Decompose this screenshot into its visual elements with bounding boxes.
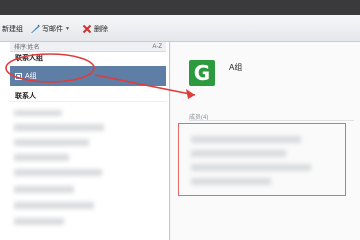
avatar-letter: G [193, 61, 211, 85]
list-item-group-selected[interactable]: A组 [10, 66, 166, 86]
toolbar: 新建组 写邮件 ▼ 删除 [0, 15, 360, 42]
list-item-blurred[interactable] [14, 154, 69, 161]
delete-button[interactable]: 删除 [82, 23, 108, 35]
contacts-list-pane: 排序:姓名 A-Z 联系人组 A组 联系人 [0, 42, 170, 240]
sort-label: 排序:姓名 [14, 45, 40, 51]
list-item-blurred[interactable] [14, 139, 89, 146]
new-group-label: 新建组 [2, 26, 23, 33]
feather-pen-icon [30, 24, 40, 34]
group-name: A组 [25, 73, 37, 80]
contact-name: A组 [229, 63, 243, 72]
send-mail-button[interactable]: 写邮件 ▼ [30, 23, 70, 35]
list-item-blurred[interactable] [14, 110, 62, 116]
list-item-blurred[interactable] [14, 218, 64, 225]
members-list-highlight [178, 123, 346, 196]
contact-groups-header: 联系人组 [15, 55, 43, 62]
member-item-blurred[interactable] [191, 136, 301, 143]
sort-range: A-Z [152, 43, 162, 50]
contact-detail-pane: G A组 成员(4) [171, 42, 360, 240]
member-item-blurred[interactable] [191, 178, 271, 185]
contacts-header: 联系人 [10, 91, 166, 102]
send-mail-label: 写邮件 [42, 26, 63, 33]
list-item-blurred[interactable] [14, 202, 94, 209]
window-titlebar [0, 0, 360, 15]
checkbox-icon[interactable] [15, 72, 22, 80]
list-item-blurred[interactable] [14, 169, 102, 176]
list-item-blurred[interactable] [14, 186, 74, 193]
list-item-blurred[interactable] [14, 124, 104, 131]
group-avatar: G [189, 60, 215, 86]
delete-label: 删除 [94, 26, 108, 33]
sort-header[interactable]: 排序:姓名 A-Z [10, 42, 166, 52]
member-item-blurred[interactable] [191, 164, 311, 171]
delete-x-icon [82, 24, 92, 34]
member-item-blurred[interactable] [191, 150, 286, 157]
divider [189, 120, 354, 121]
chevron-down-icon: ▼ [65, 26, 70, 32]
new-group-button[interactable]: 新建组 [2, 23, 23, 35]
